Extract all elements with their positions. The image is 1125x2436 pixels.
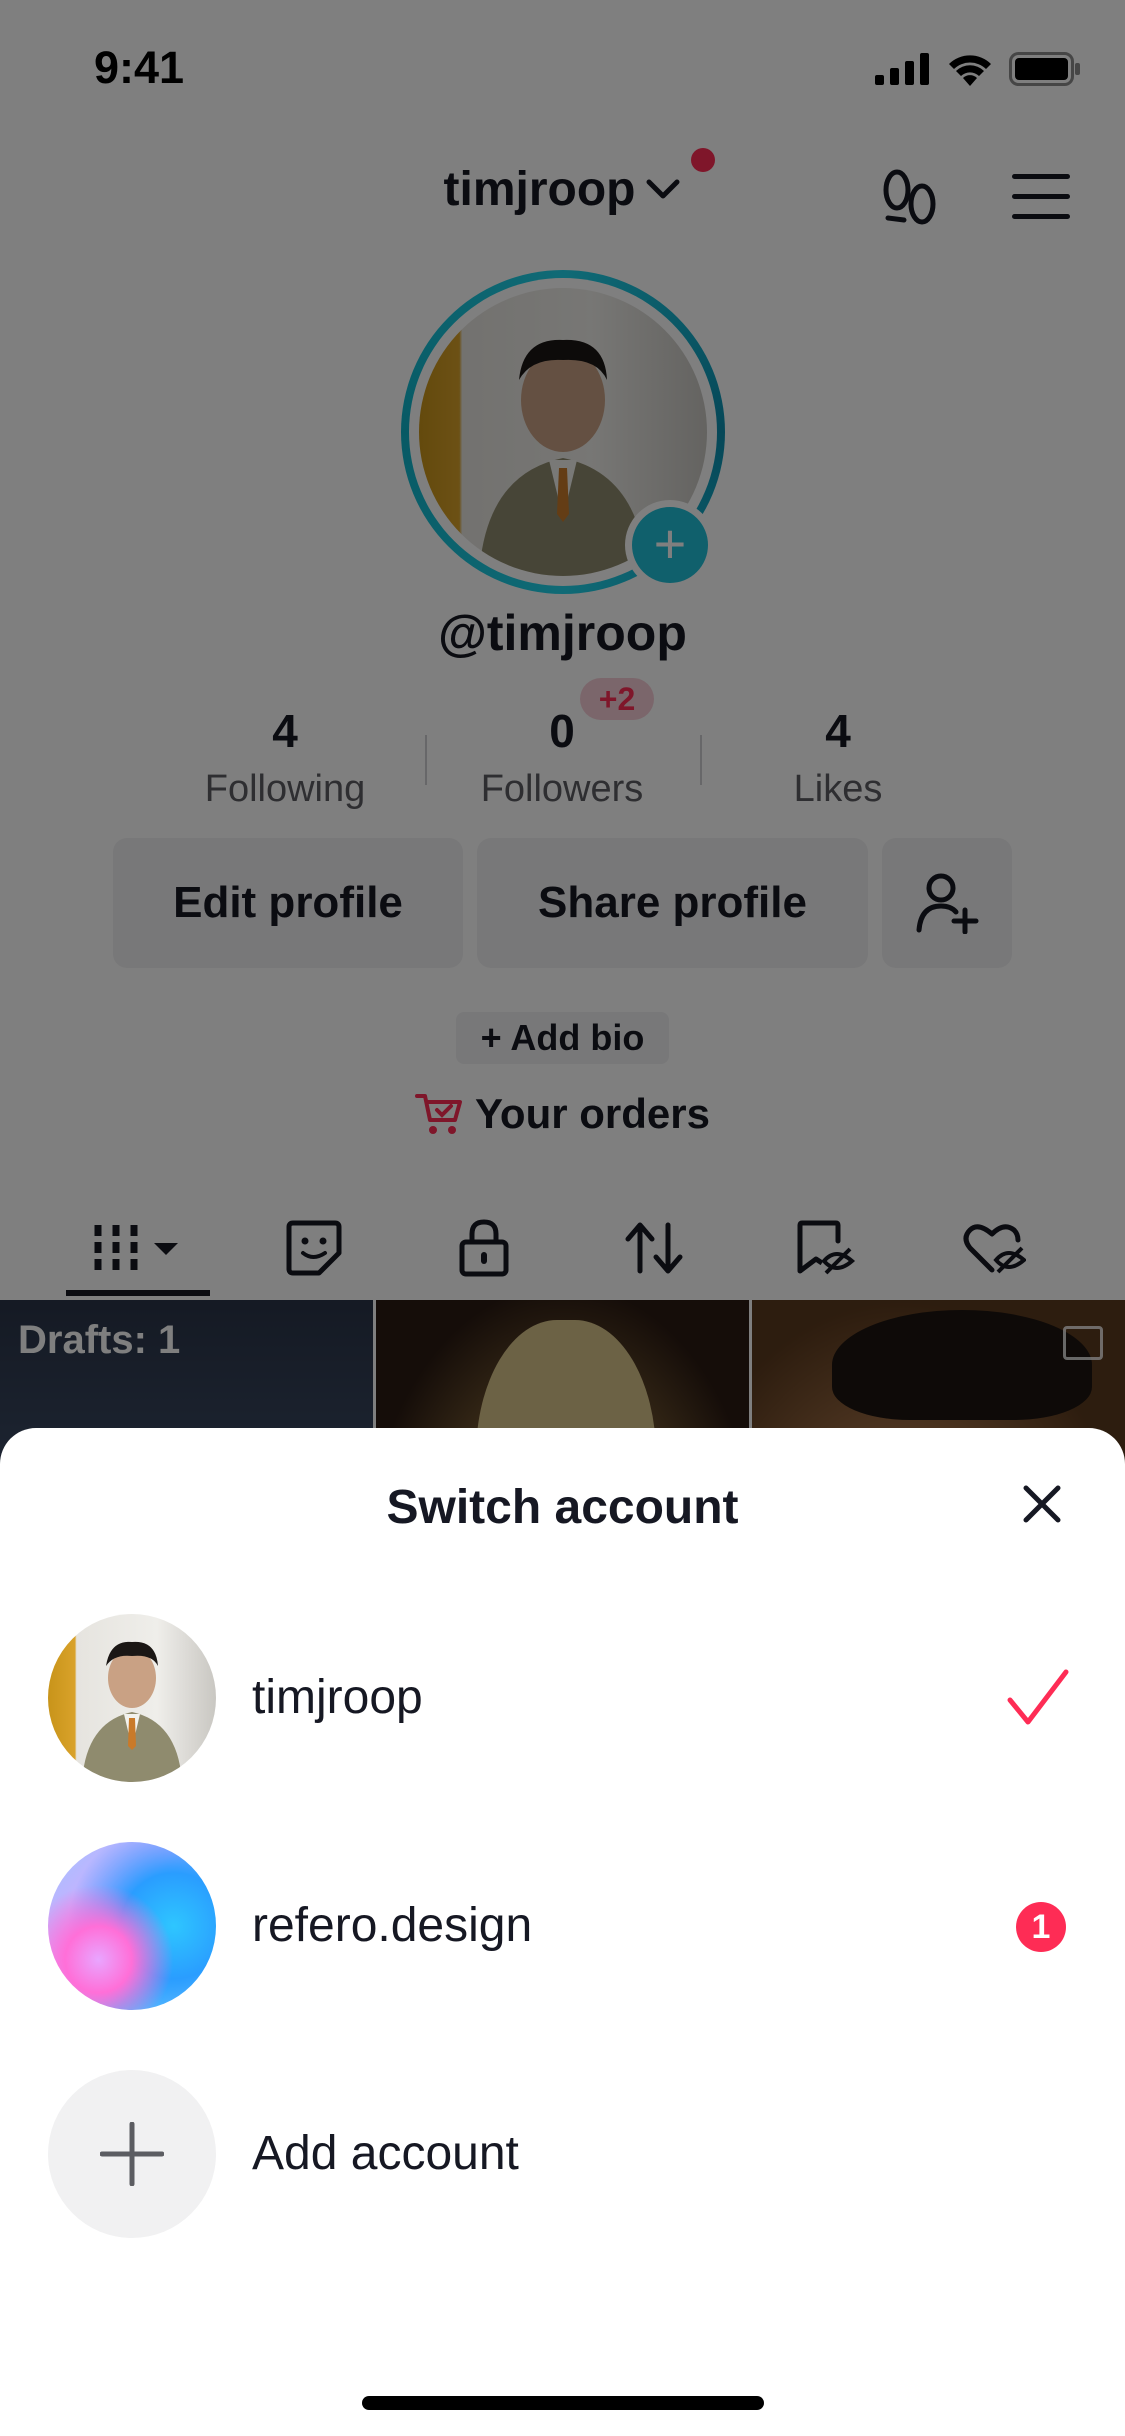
add-account-circle: [48, 2070, 216, 2238]
plus-icon: [100, 2122, 164, 2186]
home-indicator[interactable]: [362, 2396, 764, 2410]
sheet-title: Switch account: [386, 1481, 739, 1534]
account-row-timjroop[interactable]: timjroop: [0, 1614, 1125, 1786]
close-icon[interactable]: [1020, 1482, 1064, 1526]
notification-badge: 1: [1016, 1902, 1066, 1952]
account-name: refero.design: [252, 1899, 533, 1952]
avatar: [48, 1842, 216, 2010]
avatar: [48, 1614, 216, 1782]
switch-account-sheet: Switch account timjroop refero.design 1 …: [0, 1428, 1125, 2436]
add-account-row[interactable]: Add account: [0, 2070, 1125, 2242]
checkmark-icon: [1007, 1669, 1069, 1725]
account-name: timjroop: [252, 1671, 423, 1724]
add-account-label: Add account: [252, 2127, 519, 2180]
account-row-refero[interactable]: refero.design 1: [0, 1842, 1125, 2014]
